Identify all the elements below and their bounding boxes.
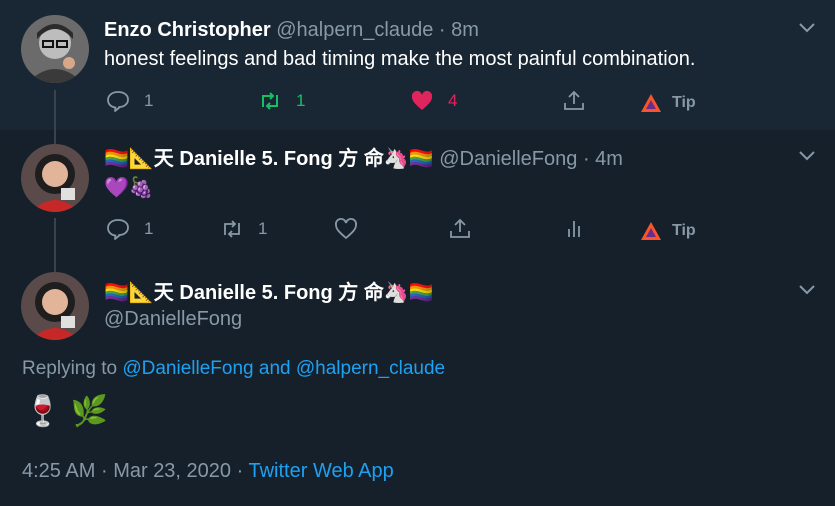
avatar-danielle-image <box>21 144 89 212</box>
thread-line <box>54 90 56 130</box>
avatar[interactable] <box>21 144 89 212</box>
author-handle[interactable]: @DanielleFong <box>439 148 577 170</box>
reply-icon <box>107 91 129 112</box>
thread-line <box>54 130 56 144</box>
tip-icon <box>641 94 661 112</box>
tweet-time[interactable]: 4:25 AM <box>22 460 95 482</box>
share-icon <box>564 90 584 110</box>
author-handle[interactable]: @DanielleFong <box>104 308 242 330</box>
author-handle[interactable]: @halpern_claude <box>276 19 433 41</box>
avatar[interactable] <box>21 15 89 83</box>
author-handle-line[interactable]: @DanielleFong <box>104 307 242 331</box>
author-name[interactable]: Enzo Christopher <box>104 19 271 41</box>
tweet-text: 💜🍇 <box>104 175 154 199</box>
retweet-button[interactable]: 1 <box>220 216 267 242</box>
tweet-header: Enzo Christopher @halpern_claude · 8m <box>104 18 479 42</box>
separator-dot: · <box>100 460 108 482</box>
author-name-prefix[interactable]: 🏳️‍🌈📐天 <box>104 280 174 304</box>
tweet-danielle-reply[interactable]: 🏳️‍🌈📐天 Danielle 5. Fong 方 命🦄🏳️‍🌈 @Daniel… <box>0 130 835 258</box>
reply-button[interactable]: 1 <box>106 88 153 114</box>
reply-count: 1 <box>144 91 154 110</box>
author-name-prefix[interactable]: 🏳️‍🌈📐天 <box>104 146 174 170</box>
author-name-line[interactable]: 🏳️‍🌈📐天 Danielle 5. Fong 方 命🦄🏳️‍🌈 <box>104 280 434 305</box>
retweet-icon <box>262 92 278 110</box>
like-count: 4 <box>448 91 458 110</box>
tweet-header: 🏳️‍🌈📐天 Danielle 5. Fong 方 命🦄🏳️‍🌈 @Daniel… <box>104 146 623 171</box>
retweet-icon <box>224 220 240 238</box>
avatar[interactable] <box>21 272 89 340</box>
separator-dot: · <box>438 19 446 41</box>
tweet-text: 🍷 🌿 <box>24 394 109 429</box>
author-name[interactable]: Danielle 5. Fong 方 命🦄🏳️‍🌈 <box>179 282 433 304</box>
tweet-date[interactable]: Mar 23, 2020 <box>113 460 231 482</box>
author-name[interactable]: Danielle 5. Fong 方 命🦄🏳️‍🌈 <box>179 148 433 170</box>
analytics-button[interactable] <box>562 216 586 242</box>
like-button[interactable]: 4 <box>410 88 457 114</box>
avatar-enzo-image <box>21 15 89 83</box>
share-button[interactable] <box>562 88 586 114</box>
retweet-count: 1 <box>258 219 268 238</box>
tip-label: Tip <box>672 222 696 239</box>
caret-down-icon[interactable] <box>796 144 818 166</box>
tweet-enzo[interactable]: Enzo Christopher @halpern_claude · 8m ho… <box>0 0 835 130</box>
reply-button[interactable]: 1 <box>106 216 153 242</box>
thread-line <box>54 258 56 272</box>
separator-dot: · <box>582 148 590 170</box>
retweet-count: 1 <box>296 91 306 110</box>
tweet-text: honest feelings and bad timing make the … <box>104 48 696 70</box>
tip-button[interactable]: Tip <box>640 221 696 241</box>
retweet-button[interactable]: 1 <box>258 88 305 114</box>
caret-down-icon[interactable] <box>796 16 818 38</box>
avatar-danielle-image <box>21 272 89 340</box>
share-button[interactable] <box>448 216 472 242</box>
replying-to: Replying to @DanielleFong and @halpern_c… <box>22 358 445 380</box>
analytics-icon <box>568 221 580 237</box>
reply-count: 1 <box>144 219 154 238</box>
tweet-danielle-main: 🏳️‍🌈📐天 Danielle 5. Fong 方 命🦄🏳️‍🌈 @Daniel… <box>0 258 835 506</box>
tweet-source[interactable]: Twitter Web App <box>248 460 393 482</box>
replying-user-link[interactable]: @halpern_claude <box>296 358 445 379</box>
replying-prefix: Replying to <box>22 358 118 379</box>
like-icon <box>335 218 357 240</box>
tweet-meta: 4:25 AM · Mar 23, 2020 · Twitter Web App <box>22 460 394 483</box>
like-button[interactable] <box>334 216 358 242</box>
timestamp[interactable]: 4m <box>595 148 623 170</box>
caret-down-icon[interactable] <box>796 278 818 300</box>
like-icon <box>411 90 433 110</box>
replying-and[interactable]: and <box>259 358 291 379</box>
tip-icon <box>641 222 661 240</box>
reply-icon <box>107 219 129 240</box>
tip-label: Tip <box>672 94 696 111</box>
tip-button[interactable]: Tip <box>640 93 696 113</box>
replying-user-link[interactable]: @DanielleFong <box>122 358 253 379</box>
separator-dot: · <box>236 460 244 482</box>
share-icon <box>450 218 470 238</box>
thread-line <box>54 218 56 258</box>
timestamp[interactable]: 8m <box>451 19 479 41</box>
